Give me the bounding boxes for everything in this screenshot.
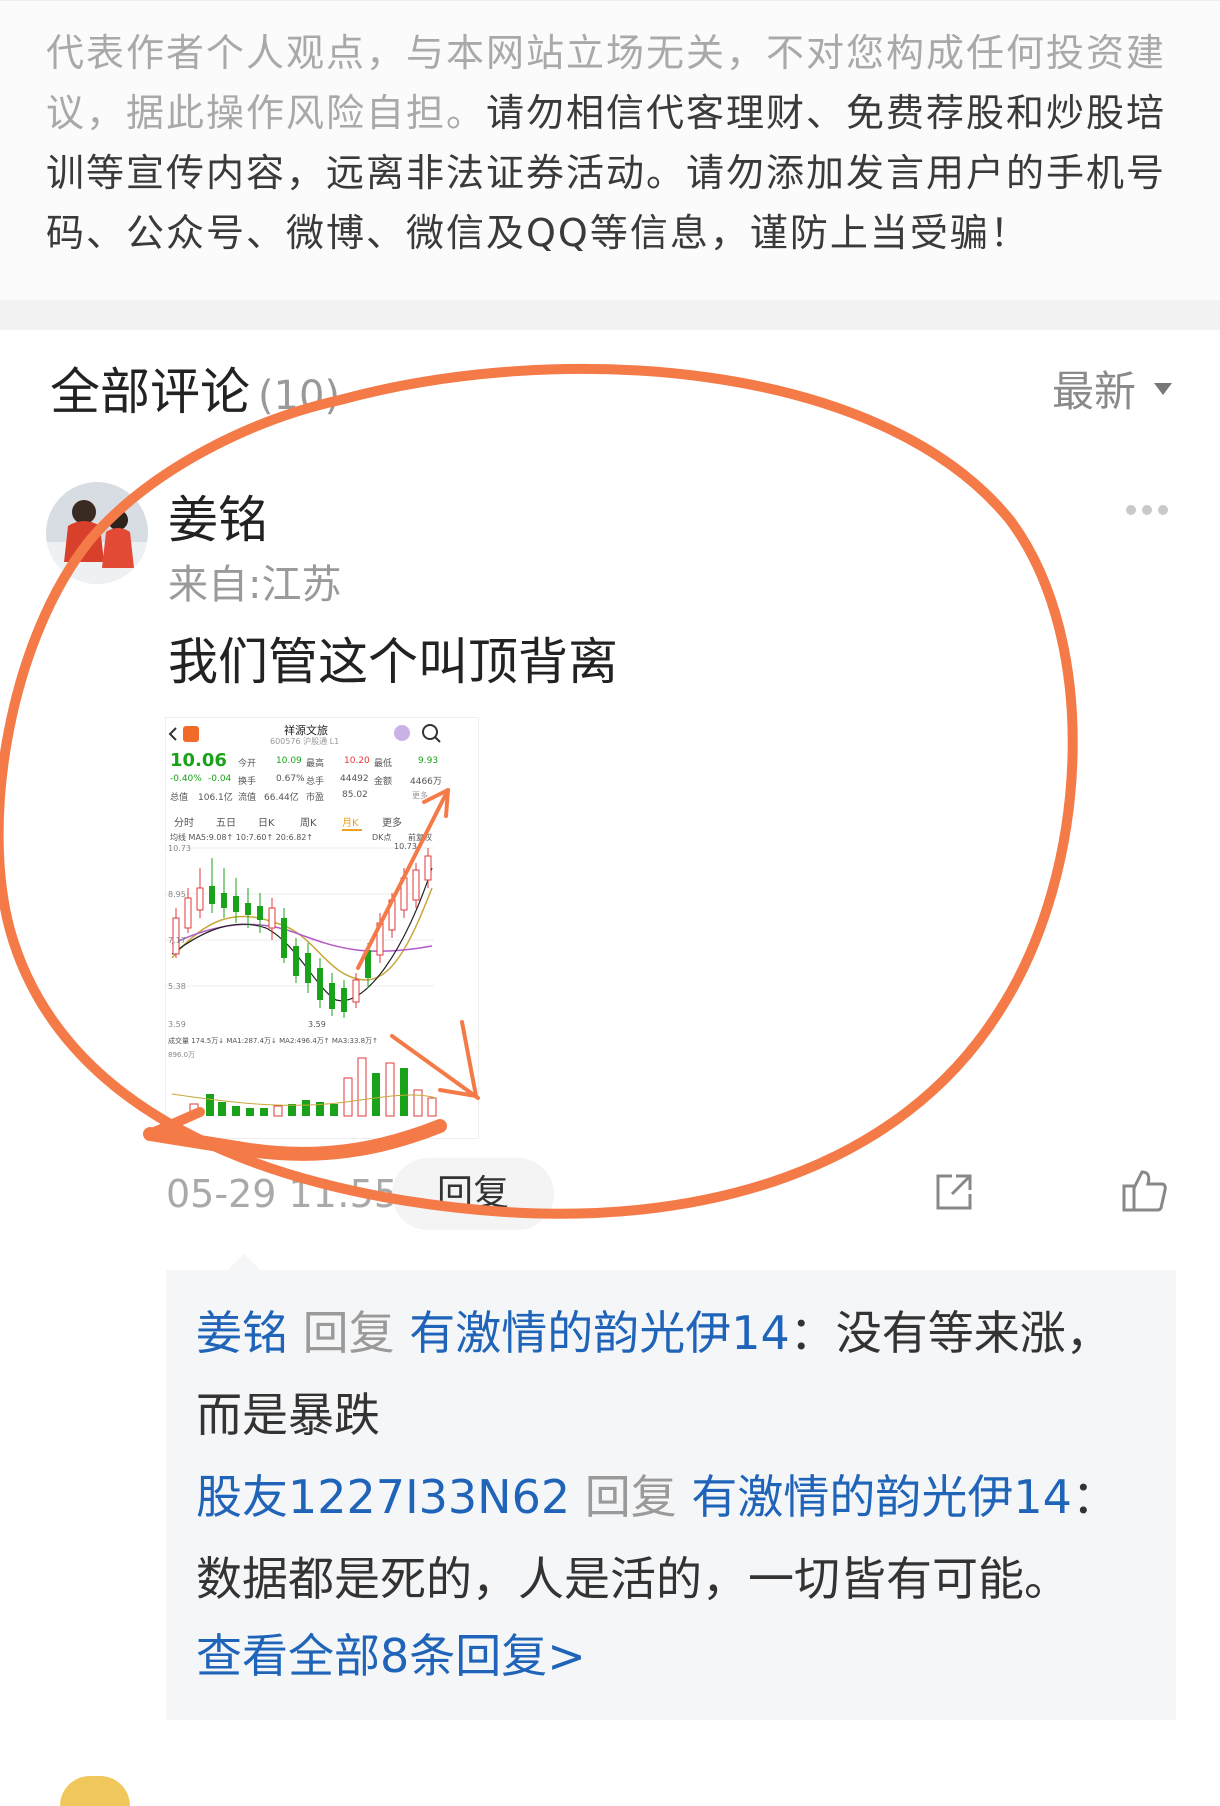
comment-time: 05-29 11:55 bbox=[166, 1172, 399, 1216]
reply-verb: 回复 bbox=[584, 1470, 677, 1524]
stock-float-cap: 66.44亿 bbox=[264, 793, 299, 803]
price-high-mark: 10.73 bbox=[394, 842, 417, 851]
stock-change-pct: -0.40% bbox=[170, 774, 202, 784]
stock-chart-image[interactable]: 祥源文旅 600576 沪股通 L1 10.06 -0.40% -0.04 今开… bbox=[166, 718, 478, 1138]
replies-panel: 姜铭 回复 有激情的韵光伊14：没有等来涨，而是暴跌 股友1227I33N62 … bbox=[166, 1254, 1176, 1720]
view-all-replies-link[interactable]: 查看全部8条回复> bbox=[196, 1620, 586, 1686]
stock-volume-label: 总手 bbox=[306, 777, 325, 787]
stock-float-label: 流值 bbox=[238, 793, 257, 803]
reply-verb: 回复 bbox=[302, 1306, 395, 1360]
avatar[interactable] bbox=[46, 482, 148, 584]
sort-label: 最新 bbox=[1051, 367, 1136, 416]
y-label: 7.17 bbox=[168, 936, 186, 945]
caret-down-icon bbox=[1154, 382, 1172, 395]
stock-turnover-label: 换手 bbox=[238, 777, 257, 787]
next-comment-avatar[interactable] bbox=[60, 1776, 130, 1806]
tab-month-k: 月K bbox=[342, 818, 359, 829]
risk-disclaimer: 代表作者个人观点，与本网站立场无关，不对您构成任何投资建议，据此操作风险自担。请… bbox=[0, 0, 1220, 301]
stock-change: -0.04 bbox=[208, 774, 232, 784]
comment-text: 我们管这个叫顶背离 bbox=[168, 633, 618, 691]
more-options-icon[interactable] bbox=[1126, 505, 1168, 515]
volume-max: 896.0万 bbox=[168, 1051, 196, 1059]
reply-author[interactable]: 姜铭 bbox=[196, 1306, 288, 1360]
stock-mcap-label: 总值 bbox=[170, 793, 189, 803]
stock-amount-label: 金额 bbox=[374, 777, 393, 787]
comments-title: 全部评论 bbox=[50, 363, 250, 421]
stock-low-label: 最低 bbox=[374, 759, 393, 769]
stock-code: 600576 沪股通 L1 bbox=[270, 737, 340, 746]
y-label: 10.73 bbox=[168, 844, 191, 853]
y-label: 5.38 bbox=[168, 982, 186, 991]
comments-header: 全部评论 (10) bbox=[50, 352, 340, 424]
stock-more-link: 更多 bbox=[412, 791, 428, 800]
stock-open-label: 今开 bbox=[238, 759, 257, 769]
tab-fenshi: 分时 bbox=[174, 818, 194, 829]
comment-author[interactable]: 姜铭 bbox=[168, 480, 268, 552]
price-low-mark: 3.59 bbox=[308, 1020, 326, 1029]
tab-more: 更多 bbox=[382, 818, 402, 829]
sort-dropdown[interactable]: 最新 bbox=[1052, 358, 1172, 419]
reply-button[interactable]: 回复 bbox=[392, 1158, 554, 1230]
tab-week-k: 周K bbox=[300, 818, 317, 829]
stock-open: 10.09 bbox=[276, 756, 302, 766]
stock-high: 10.20 bbox=[344, 756, 370, 766]
stock-amount: 4466万 bbox=[410, 777, 442, 787]
stock-volume: 44492 bbox=[340, 774, 369, 784]
comments-count: (10) bbox=[258, 373, 341, 419]
y-label: 3.59 bbox=[168, 1020, 186, 1029]
stock-pe: 85.02 bbox=[342, 790, 368, 800]
stock-low: 9.93 bbox=[418, 756, 439, 766]
share-icon[interactable] bbox=[932, 1170, 976, 1218]
volume-legend: 成交量 174.5万↓ MA1:287.4万↓ MA2:496.4万↑ MA3:… bbox=[168, 1037, 378, 1045]
reply-target[interactable]: 有激情的韵光伊14 bbox=[409, 1306, 790, 1360]
stock-pe-label: 市盈 bbox=[306, 793, 325, 803]
section-divider bbox=[0, 300, 1220, 330]
stock-price: 10.06 bbox=[170, 750, 227, 771]
reply-item: 姜铭 回复 有激情的韵光伊14：没有等来涨，而是暴跌 bbox=[196, 1292, 1146, 1456]
ma-legend: 均线 MA5:9.08↑ 10:7.60↑ 20:6.82↑ bbox=[170, 833, 314, 842]
tab-wuri: 五日 bbox=[216, 818, 236, 829]
thumbs-up-icon[interactable] bbox=[1120, 1168, 1168, 1218]
stock-mcap: 106.1亿 bbox=[198, 793, 233, 803]
stock-high-label: 最高 bbox=[306, 759, 325, 769]
comment-location: 来自:江苏 bbox=[168, 562, 342, 608]
stock-turnover: 0.67% bbox=[276, 774, 305, 784]
reply-item: 股友1227I33N62 回复 有激情的韵光伊14：数据都是死的，人是活的，一切… bbox=[196, 1456, 1146, 1620]
reply-author[interactable]: 股友1227I33N62 bbox=[196, 1470, 570, 1524]
tab-day-k: 日K bbox=[258, 818, 275, 829]
reply-target[interactable]: 有激情的韵光伊14 bbox=[691, 1470, 1072, 1524]
dk-label: DK点 bbox=[372, 833, 392, 842]
y-label: 8.95 bbox=[168, 890, 186, 899]
